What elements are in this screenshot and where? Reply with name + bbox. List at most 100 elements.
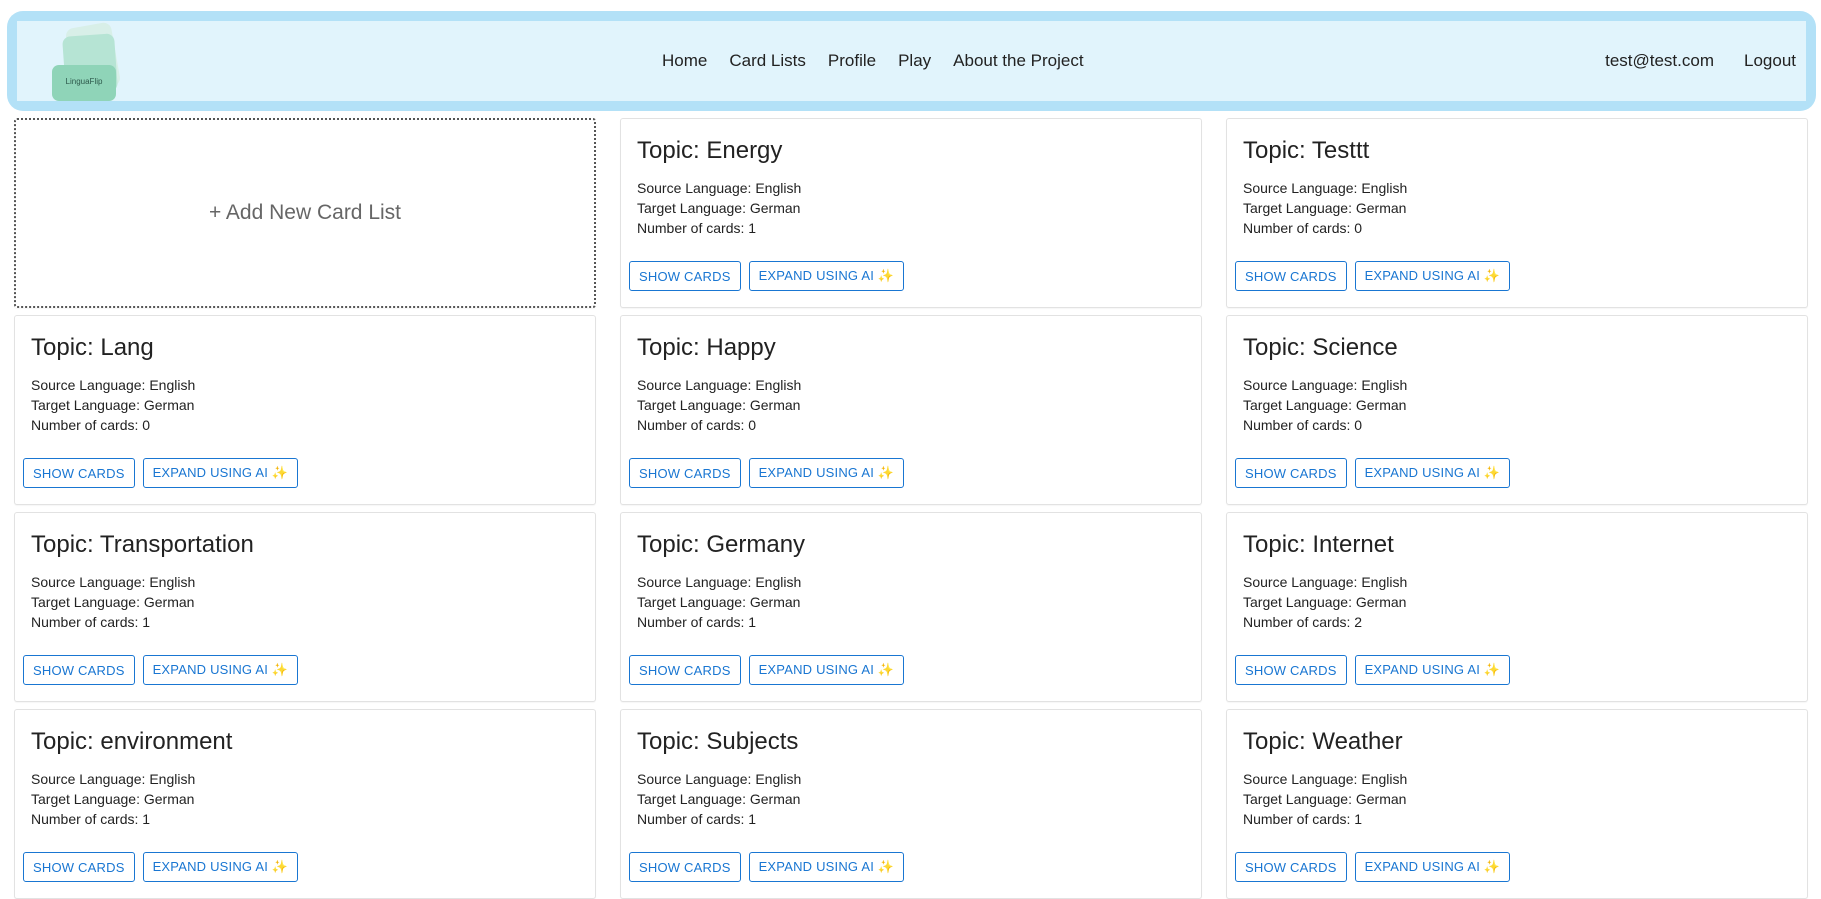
target-language: Target Language: German: [31, 791, 195, 807]
source-language: Source Language: English: [637, 180, 802, 196]
expand-using-ai-button[interactable]: EXPAND USING AI ✨: [748, 852, 905, 882]
card-list-card: Topic: Energy Source Language: English T…: [620, 118, 1202, 308]
card-actions: SHOW CARDS EXPAND USING AI ✨: [1235, 458, 1511, 488]
nav-play[interactable]: Play: [887, 51, 942, 71]
card-info: Source Language: English Target Language…: [31, 769, 195, 829]
user-email[interactable]: test@test.com: [1605, 51, 1714, 71]
card-list-card: Topic: Testtt Source Language: English T…: [1226, 118, 1808, 308]
source-language: Source Language: English: [1243, 574, 1408, 590]
show-cards-button[interactable]: SHOW CARDS: [1235, 852, 1347, 882]
show-cards-button[interactable]: SHOW CARDS: [23, 852, 135, 882]
main-nav: Home Card Lists Profile Play About the P…: [651, 21, 1095, 101]
card-list-card: Topic: Internet Source Language: English…: [1226, 512, 1808, 702]
linguaflip-logo[interactable]: LinguaFlip: [50, 21, 126, 101]
source-language: Source Language: English: [1243, 377, 1408, 393]
target-language: Target Language: German: [637, 791, 801, 807]
show-cards-button[interactable]: SHOW CARDS: [23, 458, 135, 488]
show-cards-button[interactable]: SHOW CARDS: [23, 655, 135, 685]
card-actions: SHOW CARDS EXPAND USING AI ✨: [1235, 852, 1511, 882]
card-actions: SHOW CARDS EXPAND USING AI ✨: [629, 852, 905, 882]
number-of-cards: Number of cards: 0: [1243, 417, 1363, 433]
card-title: Topic: Internet: [1243, 531, 1394, 558]
card-title: Topic: Happy: [637, 334, 776, 361]
card-info: Source Language: English Target Language…: [1243, 178, 1407, 238]
target-language: Target Language: German: [1243, 791, 1407, 807]
expand-using-ai-button[interactable]: EXPAND USING AI ✨: [1354, 852, 1511, 882]
card-info: Source Language: English Target Language…: [637, 375, 801, 435]
target-language: Target Language: German: [1243, 397, 1407, 413]
card-actions: SHOW CARDS EXPAND USING AI ✨: [629, 261, 905, 291]
card-title: Topic: Science: [1243, 334, 1398, 361]
card-list-grid: + Add New Card List Topic: Energy Source…: [14, 118, 1810, 899]
target-language: Target Language: German: [1243, 200, 1407, 216]
add-card-list-button[interactable]: + Add New Card List: [14, 118, 596, 308]
nav-about[interactable]: About the Project: [942, 51, 1094, 71]
source-language: Source Language: English: [1243, 180, 1408, 196]
number-of-cards: Number of cards: 0: [31, 417, 151, 433]
show-cards-button[interactable]: SHOW CARDS: [1235, 655, 1347, 685]
source-language: Source Language: English: [1243, 771, 1408, 787]
card-info: Source Language: English Target Language…: [637, 572, 801, 632]
nav-home[interactable]: Home: [651, 51, 718, 71]
expand-using-ai-button[interactable]: EXPAND USING AI ✨: [142, 852, 299, 882]
card-title: Topic: Energy: [637, 137, 783, 164]
number-of-cards: Number of cards: 0: [1243, 220, 1363, 236]
target-language: Target Language: German: [31, 594, 195, 610]
source-language: Source Language: English: [31, 377, 196, 393]
card-list-card: Topic: environment Source Language: Engl…: [14, 709, 596, 899]
number-of-cards: Number of cards: 1: [31, 811, 151, 827]
show-cards-button[interactable]: SHOW CARDS: [629, 852, 741, 882]
expand-using-ai-button[interactable]: EXPAND USING AI ✨: [142, 458, 299, 488]
card-actions: SHOW CARDS EXPAND USING AI ✨: [1235, 655, 1511, 685]
target-language: Target Language: German: [31, 397, 195, 413]
show-cards-button[interactable]: SHOW CARDS: [1235, 458, 1347, 488]
show-cards-button[interactable]: SHOW CARDS: [629, 655, 741, 685]
source-language: Source Language: English: [31, 771, 196, 787]
card-actions: SHOW CARDS EXPAND USING AI ✨: [629, 655, 905, 685]
expand-using-ai-button[interactable]: EXPAND USING AI ✨: [1354, 655, 1511, 685]
expand-using-ai-button[interactable]: EXPAND USING AI ✨: [142, 655, 299, 685]
number-of-cards: Number of cards: 1: [637, 811, 757, 827]
number-of-cards: Number of cards: 1: [637, 614, 757, 630]
expand-using-ai-button[interactable]: EXPAND USING AI ✨: [1354, 458, 1511, 488]
expand-using-ai-button[interactable]: EXPAND USING AI ✨: [748, 655, 905, 685]
expand-using-ai-button[interactable]: EXPAND USING AI ✨: [1354, 261, 1511, 291]
nav-card-lists[interactable]: Card Lists: [718, 51, 817, 71]
number-of-cards: Number of cards: 1: [31, 614, 151, 630]
target-language: Target Language: German: [637, 200, 801, 216]
card-list-card: Topic: Lang Source Language: English Tar…: [14, 315, 596, 505]
logout-link[interactable]: Logout: [1744, 51, 1796, 71]
card-list-card: Topic: Science Source Language: English …: [1226, 315, 1808, 505]
card-title: Topic: Testtt: [1243, 137, 1370, 164]
card-actions: SHOW CARDS EXPAND USING AI ✨: [23, 852, 299, 882]
card-list-card: Topic: Transportation Source Language: E…: [14, 512, 596, 702]
card-info: Source Language: English Target Language…: [31, 375, 195, 435]
logo-text: LinguaFlip: [65, 77, 103, 86]
card-list-card: Topic: Subjects Source Language: English…: [620, 709, 1202, 899]
target-language: Target Language: German: [637, 397, 801, 413]
card-list-card: Topic: Germany Source Language: English …: [620, 512, 1202, 702]
nav-profile[interactable]: Profile: [817, 51, 887, 71]
card-title: Topic: Subjects: [637, 728, 799, 755]
expand-using-ai-button[interactable]: EXPAND USING AI ✨: [748, 458, 905, 488]
card-info: Source Language: English Target Language…: [31, 572, 195, 632]
card-info: Source Language: English Target Language…: [1243, 572, 1407, 632]
card-actions: SHOW CARDS EXPAND USING AI ✨: [23, 458, 299, 488]
show-cards-button[interactable]: SHOW CARDS: [629, 261, 741, 291]
card-list-card: Topic: Weather Source Language: English …: [1226, 709, 1808, 899]
number-of-cards: Number of cards: 1: [1243, 811, 1363, 827]
card-title: Topic: Weather: [1243, 728, 1403, 755]
card-actions: SHOW CARDS EXPAND USING AI ✨: [629, 458, 905, 488]
card-title: Topic: Lang: [31, 334, 154, 361]
target-language: Target Language: German: [1243, 594, 1407, 610]
source-language: Source Language: English: [637, 574, 802, 590]
show-cards-button[interactable]: SHOW CARDS: [1235, 261, 1347, 291]
card-title: Topic: Transportation: [31, 531, 254, 558]
card-info: Source Language: English Target Language…: [1243, 769, 1407, 829]
show-cards-button[interactable]: SHOW CARDS: [629, 458, 741, 488]
source-language: Source Language: English: [637, 377, 802, 393]
expand-using-ai-button[interactable]: EXPAND USING AI ✨: [748, 261, 905, 291]
header: LinguaFlip Home Card Lists Profile Play …: [7, 11, 1816, 111]
number-of-cards: Number of cards: 2: [1243, 614, 1363, 630]
number-of-cards: Number of cards: 1: [637, 220, 757, 236]
